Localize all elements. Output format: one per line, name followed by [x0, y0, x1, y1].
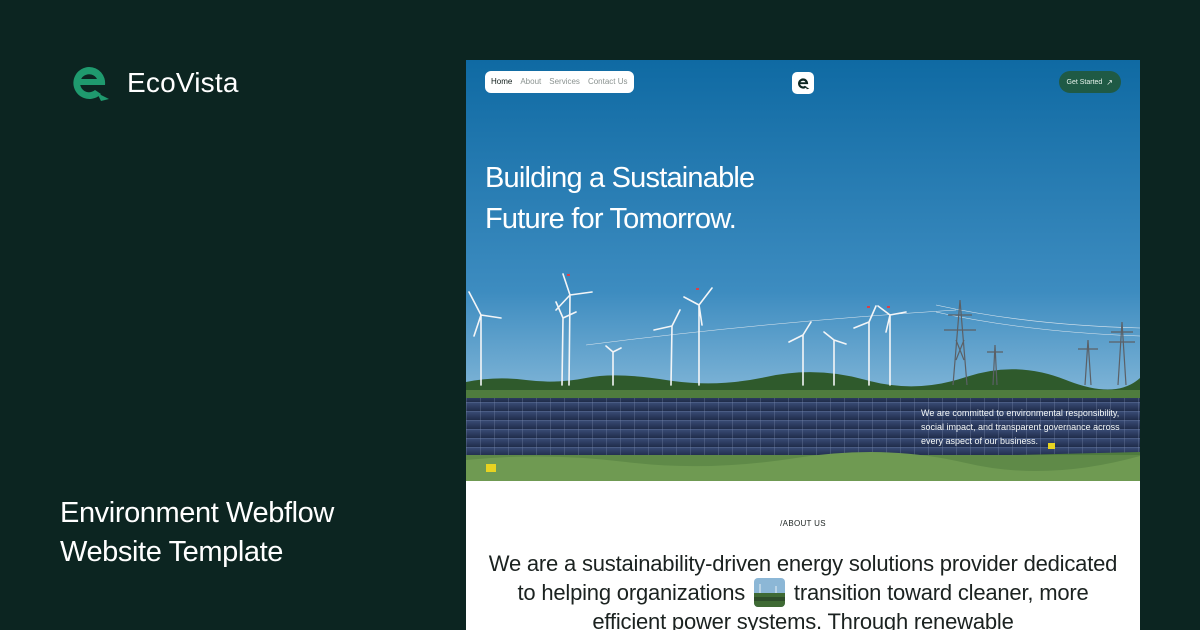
nav-services[interactable]: Services	[546, 71, 583, 93]
get-started-button[interactable]: Get Started ↗	[1058, 71, 1121, 93]
about-text: We are a sustainability-driven energy so…	[486, 549, 1120, 630]
eco-e-logo-icon	[798, 77, 810, 89]
site-nav: Home About Services Contact Us	[485, 71, 634, 93]
nav-contact[interactable]: Contact Us	[585, 71, 631, 93]
brand: EcoVista	[67, 64, 239, 102]
get-started-label: Get Started	[1066, 78, 1103, 86]
hero-title: Building a Sustainable Future for Tomorr…	[485, 162, 755, 235]
nav-about[interactable]: About	[517, 71, 544, 93]
nav-home[interactable]: Home	[488, 71, 515, 93]
brand-name: EcoVista	[127, 67, 239, 98]
hero-note: We are committed to environmental respon…	[921, 408, 1120, 446]
inline-landscape-thumbnail	[753, 578, 785, 607]
about-label: /ABOUT US	[780, 519, 826, 528]
eco-e-logo-icon	[73, 66, 109, 101]
hero-section: Home About Services Contact Us Get Start…	[466, 60, 1140, 481]
website-mockup: Home About Services Contact Us Get Start…	[466, 60, 1140, 630]
center-logo[interactable]	[792, 72, 814, 94]
arrow-up-right-icon: ↗	[1106, 77, 1113, 87]
tagline: Environment Webflow Website Template	[60, 497, 334, 568]
